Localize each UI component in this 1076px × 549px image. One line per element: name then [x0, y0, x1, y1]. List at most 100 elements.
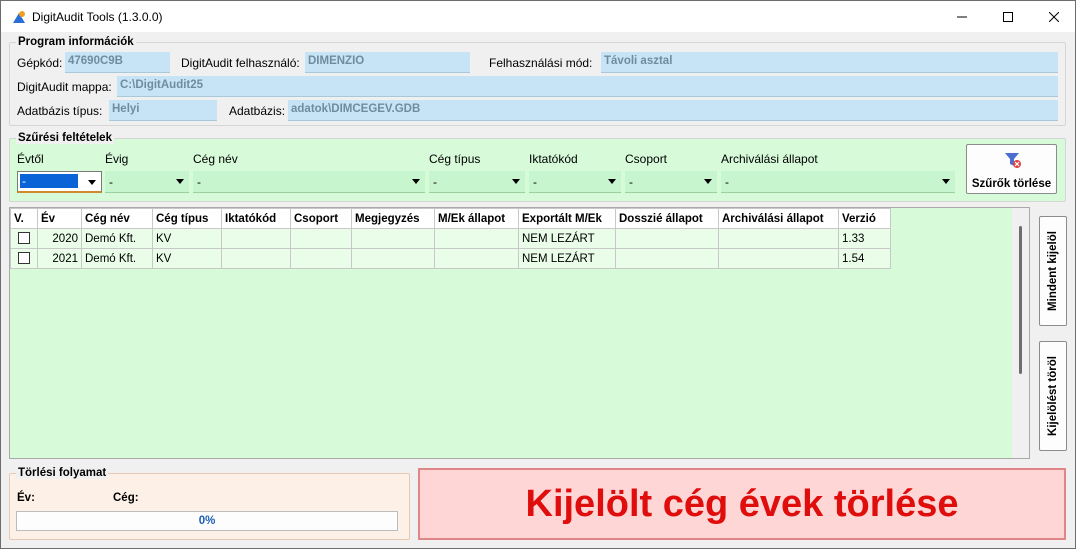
evtol-select[interactable]: -: [17, 171, 102, 193]
col-header-dosszie[interactable]: Dosszié állapot: [615, 208, 719, 229]
cell-iktato: [221, 228, 291, 249]
cell-verzio: 1.54: [838, 248, 891, 269]
cell-archiv: [718, 248, 839, 269]
col-header-archiv[interactable]: Archiválási állapot: [718, 208, 839, 229]
cegnev-value: -: [197, 175, 201, 189]
progress-percent: 0%: [198, 515, 216, 527]
select-all-button[interactable]: Mindent kijelöl: [1039, 216, 1067, 326]
delete-selected-label: Kijelölt cég évek törlése: [525, 482, 959, 525]
archiv-value: -: [725, 175, 729, 189]
cegnev-select[interactable]: -: [193, 171, 425, 193]
cell-csoport: [290, 248, 352, 269]
grid-header-row: V. Év Cég név Cég típus Iktatókód Csopor…: [10, 208, 891, 229]
program-info-legend: Program információk: [18, 36, 134, 48]
chevron-down-icon: [608, 179, 616, 184]
cegnev-label: Cég név: [193, 152, 238, 166]
evtol-label: Évtől: [17, 152, 44, 166]
csoport-value: -: [629, 175, 633, 189]
cell-dosszie: [615, 248, 719, 269]
cegtipus-value: -: [433, 175, 437, 189]
filter-clear-icon: [1005, 153, 1021, 168]
evtol-value: -: [20, 174, 78, 188]
cell-cegtipus: KV: [152, 228, 222, 249]
mod-field[interactable]: Távoli asztal: [601, 52, 1058, 73]
table-row[interactable]: 2021 Demó Kft. KV NEM LEZÁRT 1.54: [10, 248, 891, 269]
row-checkbox[interactable]: [18, 252, 30, 265]
minimize-icon: [957, 16, 967, 17]
col-header-verzio[interactable]: Verzió: [838, 208, 891, 229]
delete-progress-legend: Törlési folyamat: [16, 467, 109, 479]
cegtipus-select[interactable]: -: [429, 171, 525, 193]
clear-selection-label: Kijelölést töröl: [1047, 356, 1059, 436]
col-header-mek[interactable]: M/Ek állapot: [434, 208, 519, 229]
delete-progress-bar: 0%: [16, 511, 398, 531]
cell-cegtipus: KV: [152, 248, 222, 269]
archiv-label: Archiválási állapot: [721, 152, 818, 166]
felhasznalo-field[interactable]: DIMENZIO: [305, 52, 470, 73]
evig-value: -: [109, 175, 113, 189]
felhasznalo-label: DigitAudit felhasználó:: [181, 56, 300, 70]
cell-megjegyzes: [351, 248, 435, 269]
cell-verzio: 1.33: [838, 228, 891, 249]
table-row[interactable]: 2020 Demó Kft. KV NEM LEZÁRT 1.33: [10, 228, 891, 249]
window-title: DigitAudit Tools (1.3.0.0): [32, 10, 163, 24]
cell-megjegyzes: [351, 228, 435, 249]
evig-select[interactable]: -: [105, 171, 189, 193]
iktato-select[interactable]: -: [529, 171, 621, 193]
grid-scrollbar[interactable]: [1012, 208, 1029, 458]
clear-filters-label: Szűrők törlése: [971, 178, 1052, 190]
mod-label: Felhasználási mód:: [489, 56, 593, 70]
col-header-csoport[interactable]: Csoport: [290, 208, 352, 229]
gepkod-field[interactable]: 47690C9B: [65, 52, 170, 73]
chevron-down-icon: [942, 179, 950, 184]
grid-table: V. Év Cég név Cég típus Iktatókód Csopor…: [10, 208, 891, 269]
db-field[interactable]: adatok\DIMCEGEV.GDB: [288, 100, 1058, 121]
csoport-select[interactable]: -: [625, 171, 717, 193]
gepkod-label: Gépkód:: [17, 56, 63, 70]
cell-mek: [434, 228, 519, 249]
cell-archiv: [718, 228, 839, 249]
col-header-iktato[interactable]: Iktatókód: [221, 208, 291, 229]
cegtipus-label: Cég típus: [429, 152, 481, 166]
filters-legend: Szűrési feltételek: [16, 132, 114, 144]
clear-filters-button[interactable]: Szűrők törlése: [966, 144, 1057, 194]
chevron-down-icon: [88, 180, 96, 185]
title-bar: DigitAudit Tools (1.3.0.0): [0, 0, 1076, 32]
iktato-value: -: [533, 175, 537, 189]
company-years-grid[interactable]: V. Év Cég név Cég típus Iktatókód Csopor…: [9, 207, 1030, 459]
chevron-down-icon: [704, 179, 712, 184]
db-tipus-label: Adatbázis típus:: [17, 104, 103, 118]
cell-ev: 2021: [37, 248, 82, 269]
chevron-down-icon: [176, 179, 184, 184]
col-header-v[interactable]: V.: [10, 208, 38, 229]
chevron-down-icon: [412, 179, 420, 184]
db-tipus-field[interactable]: Helyi: [109, 100, 217, 121]
minimize-button[interactable]: [939, 1, 985, 32]
cell-csoport: [290, 228, 352, 249]
select-all-label: Mindent kijelöl: [1047, 231, 1059, 311]
col-header-cegnev[interactable]: Cég név: [81, 208, 153, 229]
row-checkbox[interactable]: [18, 232, 30, 245]
progress-ev-label: Év:: [17, 492, 35, 504]
col-header-ev[interactable]: Év: [37, 208, 82, 229]
iktato-label: Iktatókód: [529, 152, 578, 166]
mappa-field[interactable]: C:\DigitAudit25: [117, 76, 1058, 97]
archiv-select[interactable]: -: [721, 171, 955, 193]
clear-selection-button[interactable]: Kijelölést töröl: [1039, 341, 1067, 451]
col-header-cegtipus[interactable]: Cég típus: [152, 208, 222, 229]
maximize-button[interactable]: [985, 1, 1031, 32]
cell-iktato: [221, 248, 291, 269]
mappa-label: DigitAudit mappa:: [17, 80, 112, 94]
col-header-megjegyzes[interactable]: Megjegyzés: [351, 208, 435, 229]
close-button[interactable]: [1031, 1, 1076, 32]
cell-ev: 2020: [37, 228, 82, 249]
cell-cegnev: Demó Kft.: [81, 248, 153, 269]
delete-selected-button[interactable]: Kijelölt cég évek törlése: [418, 468, 1066, 540]
col-header-exportalt[interactable]: Exportált M/Ek: [518, 208, 616, 229]
db-label: Adatbázis:: [229, 104, 286, 118]
cell-dosszie: [615, 228, 719, 249]
cell-exportalt: NEM LEZÁRT: [518, 228, 616, 249]
csoport-label: Csoport: [625, 152, 668, 166]
evig-label: Évig: [105, 152, 129, 166]
scrollbar-thumb[interactable]: [1019, 226, 1022, 374]
